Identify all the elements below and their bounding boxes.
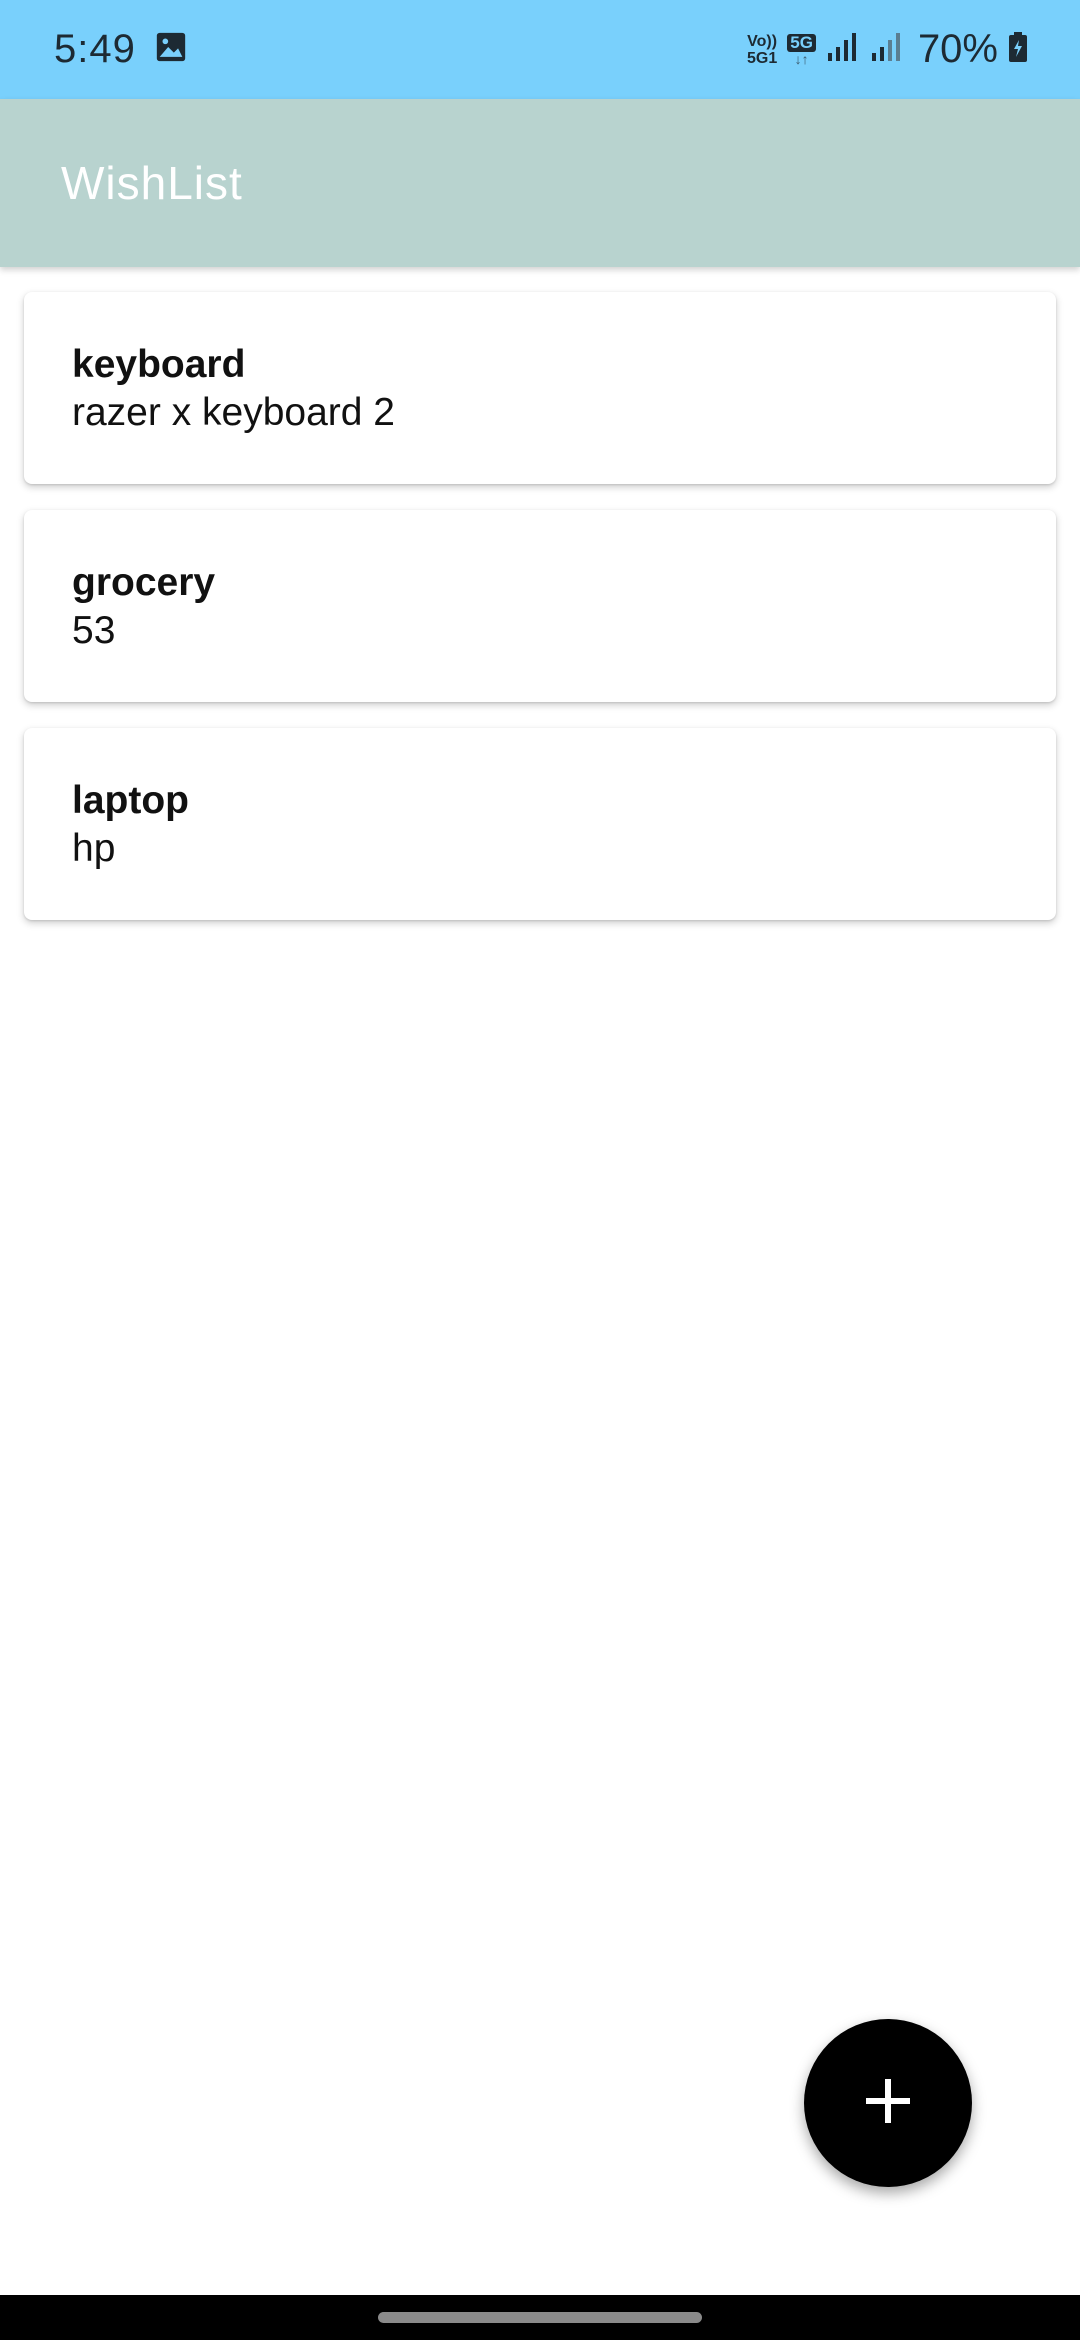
list-item[interactable]: laptop hp	[24, 728, 1056, 920]
battery-charging-icon	[1008, 31, 1028, 68]
app-title: WishList	[61, 157, 243, 209]
item-title: keyboard	[72, 343, 246, 386]
status-bar: 5:49 Vo)) 5G1 5G ↓↑ 70%	[0, 0, 1080, 99]
signal-icon	[870, 31, 904, 68]
wish-list: keyboard razer x keyboard 2 grocery 53 l…	[24, 292, 1056, 946]
status-left: 5:49	[54, 27, 188, 72]
fiveg-arrows: ↓↑	[794, 50, 809, 67]
home-gesture-handle[interactable]	[378, 2312, 702, 2323]
item-subtitle: 53	[72, 609, 116, 652]
battery-percent: 70%	[917, 27, 998, 71]
signal-icon	[826, 31, 860, 68]
volte-bottom: 5G1	[747, 49, 778, 67]
item-title: laptop	[72, 779, 189, 822]
list-item[interactable]: grocery 53	[24, 510, 1056, 702]
item-subtitle: hp	[72, 827, 116, 870]
list-item[interactable]: keyboard razer x keyboard 2	[24, 292, 1056, 484]
gallery-icon	[154, 30, 188, 69]
plus-icon	[864, 2077, 912, 2130]
app-bar: WishList	[0, 99, 1080, 267]
volte-indicator: Vo)) 5G1	[747, 33, 777, 67]
status-right: Vo)) 5G1 5G ↓↑ 70%	[747, 27, 1028, 72]
item-title: grocery	[72, 561, 216, 604]
fiveg-indicator: 5G ↓↑	[787, 33, 816, 67]
add-item-button[interactable]	[804, 2019, 972, 2187]
navigation-bar	[0, 2295, 1080, 2340]
item-subtitle: razer x keyboard 2	[72, 391, 395, 434]
status-time: 5:49	[54, 27, 136, 71]
fiveg-label: 5G	[787, 33, 816, 52]
volte-top: Vo))	[747, 32, 778, 50]
